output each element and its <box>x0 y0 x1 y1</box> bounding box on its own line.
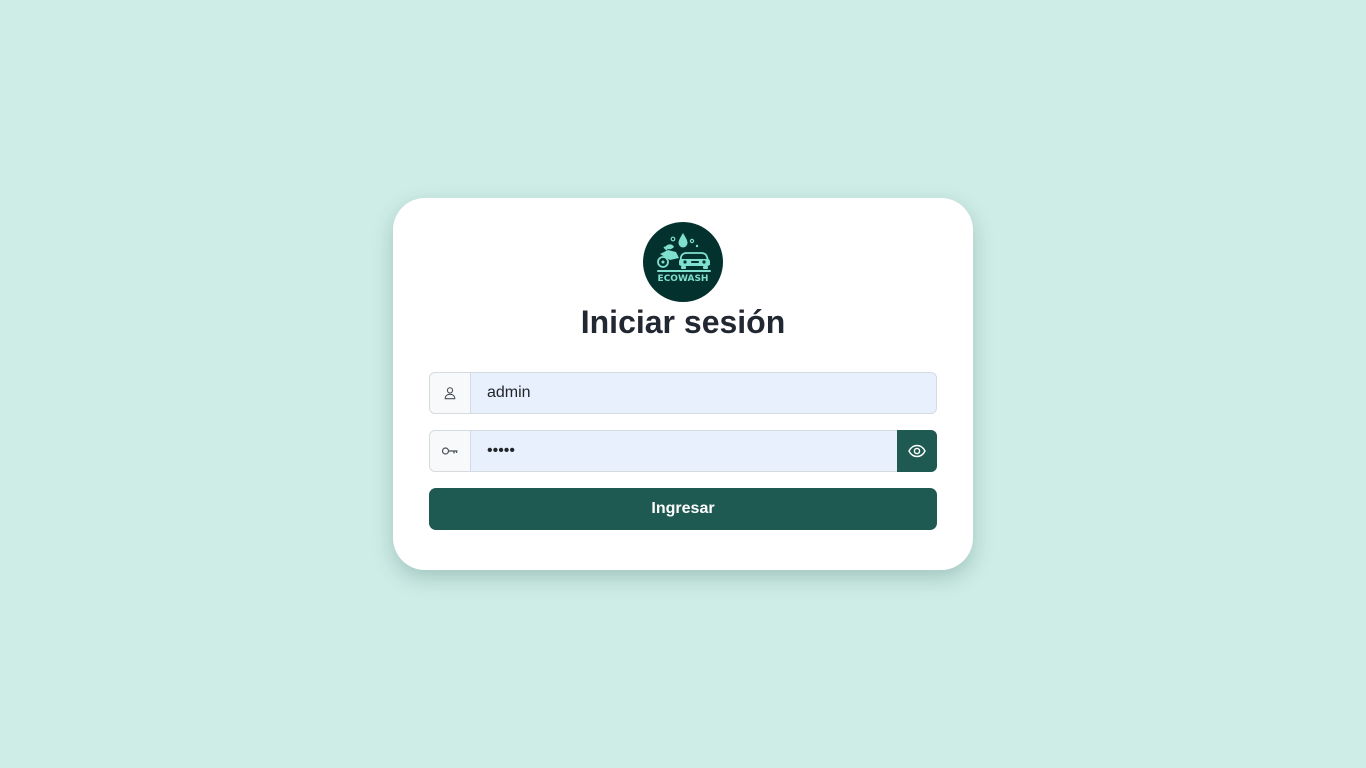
username-input[interactable] <box>470 372 937 414</box>
logo-text: ECOWASH <box>658 274 709 284</box>
password-input[interactable] <box>470 430 897 472</box>
password-field-group <box>429 430 937 472</box>
toggle-password-button[interactable] <box>897 430 937 472</box>
eye-icon <box>908 444 926 458</box>
key-icon <box>429 430 470 472</box>
ecowash-logo: ECOWASH <box>643 222 723 302</box>
login-card: ECOWASH Iniciar sesión Ingresar <box>393 198 973 570</box>
page-title: Iniciar sesión <box>580 304 786 340</box>
user-icon <box>429 372 470 414</box>
eco-car-wash-logo-icon: ECOWASH <box>657 233 711 284</box>
username-field-group <box>429 372 937 414</box>
login-submit-button[interactable]: Ingresar <box>429 488 937 530</box>
